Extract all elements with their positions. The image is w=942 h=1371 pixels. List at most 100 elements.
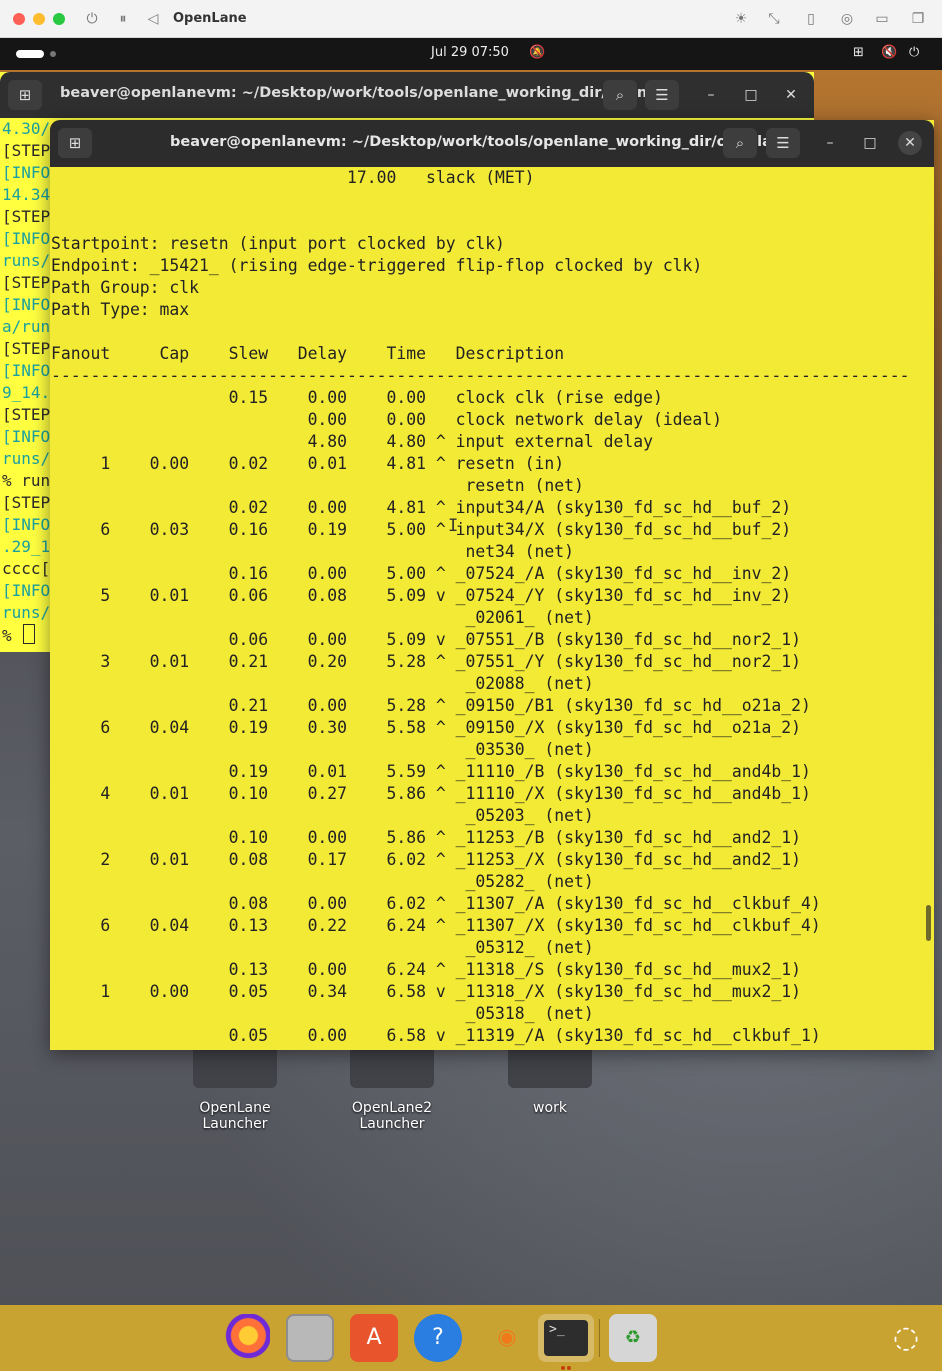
terminal-line: _05312_ (net): [51, 938, 594, 957]
resize-icon[interactable]: ⤡: [764, 9, 784, 29]
terminal-line: 0.19 0.01 5.59 ^ _11110_/B (sky130_fd_sc…: [51, 762, 811, 781]
terminal-line: 0.08 0.00 6.02 ^ _11307_/A (sky130_fd_sc…: [51, 894, 821, 913]
terminal-line: 6 0.04 0.19 0.30 5.58 ^ _09150_/X (sky13…: [51, 718, 801, 737]
maximize-icon[interactable]: □: [739, 83, 763, 107]
help-icon[interactable]: ?: [414, 1314, 462, 1362]
files-icon[interactable]: [286, 1314, 334, 1362]
scrollbar-thumb[interactable]: [926, 905, 931, 941]
terminal-line: Fanout Cap Slew Delay Time Description: [51, 344, 565, 363]
desktop-icon-openlane2-launcher[interactable]: OpenLane2 Launcher: [320, 1048, 464, 1132]
running-indicator: [567, 1366, 571, 1370]
menu-icon[interactable]: ☰: [645, 80, 679, 110]
terminal-line: 0.16 0.00 5.00 ^ _07524_/A (sky130_fd_sc…: [51, 564, 792, 583]
terminal-title: beaver@openlanevm: ~/Desktop/work/tools/…: [170, 134, 793, 150]
folder-icon[interactable]: ▭: [872, 9, 892, 29]
terminal-output[interactable]: 17.00 slack (MET) Startpoint: resetn (inp…: [50, 167, 934, 1050]
usb-icon[interactable]: ▯: [801, 9, 821, 29]
menu-icon[interactable]: ☰: [766, 128, 800, 158]
power-icon[interactable]: ⏻: [82, 9, 102, 29]
terminal-line: 0.06 0.00 5.09 v _07551_/B (sky130_fd_sc…: [51, 630, 801, 649]
fullscreen-window-button[interactable]: [53, 13, 65, 25]
terminal-line: _02061_ (net): [51, 608, 594, 627]
text-cursor-icon: I: [448, 516, 459, 536]
terminal-line: 3 0.01 0.21 0.20 5.28 ^ _07551_/Y (sky13…: [51, 652, 801, 671]
close-icon[interactable]: ✕: [898, 131, 922, 155]
volume-muted-icon[interactable]: 🔇: [881, 45, 897, 60]
terminal-line: 0.00 0.00 clock network delay (ideal): [51, 410, 723, 429]
clock[interactable]: Jul 29 07:50: [431, 45, 509, 60]
terminal-line: _05282_ (net): [51, 872, 594, 891]
terminal-line: 0.10 0.00 5.86 ^ _11253_/B (sky130_fd_sc…: [51, 828, 801, 847]
app-center-icon[interactable]: A: [350, 1314, 398, 1362]
terminal-line: 2 0.01 0.08 0.17 6.02 ^ _11253_/X (sky13…: [51, 850, 801, 869]
firefox-icon[interactable]: [222, 1314, 270, 1362]
terminal-title: beaver@openlanevm: ~/Desktop/work/tools/…: [60, 85, 669, 101]
desktop-icon-label: OpenLane Launcher: [199, 1100, 271, 1132]
back-icon[interactable]: ◁: [143, 9, 163, 29]
minimize-icon[interactable]: –: [699, 83, 723, 107]
network-icon[interactable]: ⊞: [853, 45, 864, 60]
brightness-icon[interactable]: ☀: [731, 9, 751, 29]
terminal-line: net34 (net): [51, 542, 575, 561]
terminal-line: _05318_ (net): [51, 1004, 594, 1023]
terminal-line: 4 0.01 0.10 0.27 5.86 ^ _11110_/X (sky13…: [51, 784, 811, 803]
launcher-icon: [193, 1048, 277, 1088]
maximize-icon[interactable]: □: [858, 131, 882, 155]
terminal-line: 0.13 0.00 6.24 ^ _11318_/S (sky130_fd_sc…: [51, 960, 801, 979]
windows-icon[interactable]: ❐: [908, 9, 928, 29]
dock-separator: [599, 1319, 600, 1357]
terminal-line: 1 0.00 0.02 0.01 4.81 ^ resetn (in): [51, 454, 565, 473]
terminal-line: 0.21 0.00 5.28 ^ _09150_/B1 (sky130_fd_s…: [51, 696, 811, 715]
terminal-line: _03530_ (net): [51, 740, 594, 759]
minimize-icon[interactable]: –: [818, 131, 842, 155]
search-icon[interactable]: ⌕: [603, 80, 637, 110]
terminal-line: _05203_ (net): [51, 806, 594, 825]
show-apps-icon[interactable]: ◌: [882, 1314, 930, 1362]
host-window-title: OpenLane: [173, 11, 247, 26]
system-top-bar: Jul 29 07:50 🔕 ⊞ 🔇 ⏻: [0, 38, 942, 70]
search-icon[interactable]: ⌕: [723, 128, 757, 158]
host-window-bar: ⏻ ⏸ ◁ OpenLane ☀ ⤡ ▯ ◎ ▭ ❐: [0, 0, 942, 38]
terminal-line: 5 0.01 0.06 0.08 5.09 v _07524_/Y (sky13…: [51, 586, 792, 605]
terminal-line: 0.02 0.00 4.81 ^ input34/A (sky130_fd_sc…: [51, 498, 792, 517]
terminal-line: 6 0.03 0.16 0.19 5.00 ^ input34/X (sky13…: [51, 520, 792, 539]
blender-icon[interactable]: ◉: [483, 1314, 531, 1362]
running-indicator: [561, 1366, 565, 1370]
desktop-icon-label: work: [533, 1100, 567, 1116]
terminal-icon[interactable]: >_: [538, 1314, 594, 1362]
network-share-icon[interactable]: ◎: [837, 9, 857, 29]
notifications-muted-icon: 🔕: [529, 45, 546, 60]
terminal-line: 0.05 0.00 6.58 v _11319_/A (sky130_fd_sc…: [51, 1026, 821, 1045]
terminal-line: resetn (net): [51, 476, 584, 495]
desktop-icon-openlane-launcher[interactable]: OpenLane Launcher: [165, 1048, 305, 1132]
new-tab-icon[interactable]: ⊞: [58, 128, 92, 158]
power-menu-icon[interactable]: ⏻: [909, 45, 919, 60]
terminal-line: 0.15 0.00 0.00 clock clk (rise edge): [51, 388, 663, 407]
workspace-indicator[interactable]: [16, 50, 44, 58]
new-tab-icon[interactable]: ⊞: [8, 80, 42, 110]
foreground-terminal-window[interactable]: ⊞ beaver@openlanevm: ~/Desktop/work/tool…: [50, 120, 934, 1050]
workspace-dot[interactable]: [50, 51, 56, 57]
close-window-button[interactable]: [13, 13, 25, 25]
terminal-line: 17.00 slack (MET): [51, 168, 535, 187]
launcher-icon: [350, 1048, 434, 1088]
terminal-line: _02088_ (net): [51, 674, 594, 693]
terminal-header-bar: ⊞ beaver@openlanevm: ~/Desktop/work/tool…: [0, 72, 814, 118]
terminal-line: Path Group: clk: [51, 278, 200, 297]
desktop-icon-label: OpenLane2 Launcher: [351, 1100, 433, 1132]
terminal-line: Endpoint: _15421_ (rising edge-triggered…: [51, 256, 703, 275]
trash-icon[interactable]: ♻: [609, 1314, 657, 1362]
folder-icon: [508, 1048, 592, 1088]
terminal-line: 1 0.00 0.05 0.34 6.58 v _11318_/X (sky13…: [51, 982, 801, 1001]
pause-icon[interactable]: ⏸: [113, 9, 133, 29]
close-icon[interactable]: ✕: [779, 83, 803, 107]
terminal-line: ----------------------------------------…: [51, 366, 910, 385]
terminal-header-bar: ⊞ beaver@openlanevm: ~/Desktop/work/tool…: [50, 120, 934, 167]
desktop-icon-work[interactable]: work: [500, 1048, 600, 1116]
terminal-line: 4.80 4.80 ^ input external delay: [51, 432, 653, 451]
terminal-line: Startpoint: resetn (input port clocked b…: [51, 234, 505, 253]
minimize-window-button[interactable]: [33, 13, 45, 25]
